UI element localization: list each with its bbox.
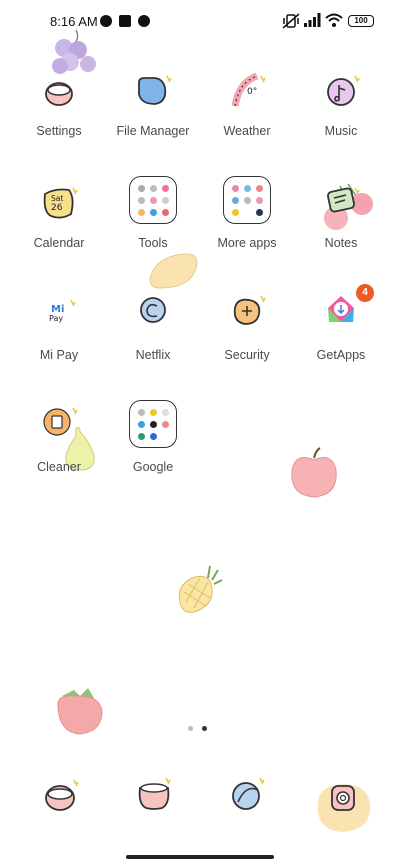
- pineapple-icon: [178, 565, 223, 613]
- calendar-icon: Sat 26: [43, 187, 78, 219]
- folder-icon: [223, 176, 271, 224]
- weather-icon: 0°: [231, 72, 266, 107]
- messages-icon: [138, 777, 171, 810]
- wifi-icon: [325, 13, 343, 27]
- dock-messages[interactable]: [132, 774, 176, 818]
- strawberry-icon: [57, 688, 103, 735]
- cleaner-icon: [43, 408, 78, 436]
- dock-phone[interactable]: [38, 774, 82, 818]
- folder-icon: [129, 176, 177, 224]
- home-indicator[interactable]: [126, 855, 274, 859]
- page-dot-active: [202, 726, 207, 731]
- weather-temp: 0°: [247, 87, 257, 97]
- clock: 8:16 AM: [50, 14, 98, 29]
- app-label: File Manager: [116, 124, 190, 138]
- app-netflix[interactable]: Netflix: [106, 296, 200, 392]
- app-label: Calendar: [33, 236, 85, 250]
- app-weather[interactable]: 0° Weather: [200, 72, 294, 168]
- netflix-icon: [140, 297, 166, 323]
- mi-pay-icon: Mi Pay: [49, 299, 76, 323]
- app-label: Weather: [223, 124, 271, 138]
- page-dot: [188, 726, 193, 731]
- app-calendar[interactable]: Sat 26 Calendar: [12, 184, 106, 280]
- file-manager-icon: [138, 75, 172, 105]
- app-label: GetApps: [316, 348, 366, 362]
- mi-pay-text-pay: Pay: [49, 314, 63, 323]
- dock-browser[interactable]: [226, 774, 270, 818]
- notification-icon: [138, 15, 150, 27]
- app-label: Music: [324, 124, 358, 138]
- app-file-manager[interactable]: File Manager: [106, 72, 200, 168]
- app-label: Google: [132, 460, 174, 474]
- app-settings[interactable]: Settings: [12, 72, 106, 168]
- app-label: Settings: [36, 124, 82, 138]
- signal-icon: [304, 13, 321, 27]
- app-label: Mi Pay: [39, 348, 79, 362]
- calendar-day: Sat: [51, 194, 63, 203]
- app-more-apps-folder[interactable]: More apps: [200, 176, 294, 280]
- calendar-date: 26: [51, 203, 63, 213]
- browser-icon: [232, 777, 265, 810]
- square-icon: [119, 15, 131, 27]
- notification-icon: [100, 15, 112, 27]
- app-label: Notes: [324, 236, 358, 250]
- app-cleaner[interactable]: Cleaner: [12, 408, 106, 504]
- getapps-icon: [328, 296, 354, 322]
- app-label: Security: [224, 348, 270, 362]
- app-label: Netflix: [135, 348, 171, 362]
- music-icon: [327, 75, 360, 106]
- app-label: Tools: [138, 236, 168, 250]
- camera-icon: [317, 784, 370, 832]
- app-google-folder[interactable]: Google: [106, 400, 200, 504]
- notes-icon: [327, 187, 360, 213]
- apple-icon: [291, 447, 337, 498]
- app-label: More apps: [217, 236, 277, 250]
- battery-icon: 100: [348, 15, 374, 27]
- app-mi-pay[interactable]: Mi Pay Mi Pay: [12, 296, 106, 392]
- app-music[interactable]: Music: [294, 72, 388, 168]
- phone-icon: [45, 779, 79, 811]
- app-security[interactable]: Security: [200, 296, 294, 392]
- settings-icon: [45, 82, 73, 106]
- app-tools-folder[interactable]: Tools: [106, 176, 200, 280]
- security-icon: [233, 296, 266, 325]
- dock-camera[interactable]: [312, 778, 374, 834]
- app-notes[interactable]: Notes: [294, 184, 388, 280]
- folder-icon: [129, 400, 177, 448]
- app-getapps[interactable]: 4 GetApps: [294, 284, 388, 392]
- vibrate-icon: [282, 13, 300, 29]
- notification-badge: 4: [356, 284, 374, 302]
- app-label: Cleaner: [37, 460, 81, 474]
